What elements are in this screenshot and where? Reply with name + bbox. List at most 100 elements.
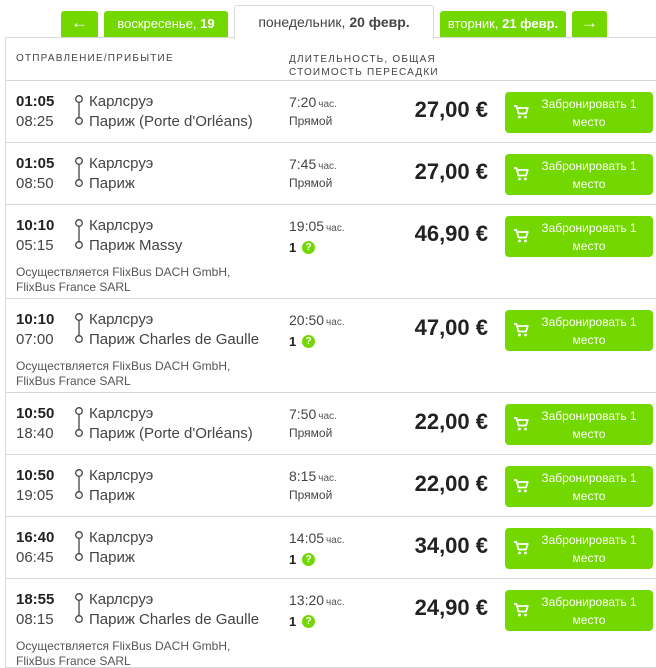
book-button[interactable]: Забронировать 1 место	[505, 404, 653, 445]
book-button-label: Забронировать 1 место	[541, 221, 637, 253]
transfer-count: 1	[289, 334, 297, 349]
book-button-label: Забронировать 1 место	[541, 315, 637, 347]
book-button-label: Забронировать 1 место	[541, 471, 637, 503]
tab-prev-day-date: 19	[200, 16, 215, 31]
transfer-type: Прямой	[289, 488, 333, 502]
tab-current-day[interactable]: понедельник, 20 февр.	[234, 5, 434, 39]
arrival-time: 19:05	[16, 487, 54, 504]
rides-table: ОТПРАВЛЕНИЕ/ПРИБЫТИЕ ДЛИТЕЛЬНОСТЬ, ОБЩАЯ…	[5, 37, 656, 668]
book-button[interactable]: Забронировать 1 место	[505, 466, 653, 507]
departure-city: Карлсруэ	[89, 93, 154, 110]
duration-value: 7:50	[289, 406, 317, 422]
route-line-icon	[74, 531, 84, 561]
ride-row: 01:05 08:25 Карлсруэ Париж (Porte d'Orléans…	[6, 81, 656, 143]
transfer-count: 1	[289, 240, 297, 255]
price: 22,00 €	[414, 471, 488, 496]
duration: 7:45 час.	[289, 156, 337, 172]
next-day-arrow-button[interactable]: →	[572, 11, 607, 37]
departure-city: Карлсруэ	[89, 155, 154, 172]
prev-day-arrow-button[interactable]: ←	[61, 11, 98, 37]
transfer-type: Прямой	[289, 176, 333, 190]
header-departure-arrival: ОТПРАВЛЕНИЕ/ПРИБЫТИЕ	[16, 53, 174, 64]
book-button[interactable]: Забронировать 1 место	[505, 590, 653, 631]
question-icon[interactable]: ?	[302, 335, 315, 348]
departure-city: Карлсруэ	[89, 217, 154, 234]
route-line-icon	[74, 469, 84, 499]
duration-unit: час.	[318, 99, 337, 110]
question-icon[interactable]: ?	[302, 615, 315, 628]
duration-unit: час.	[326, 535, 345, 546]
book-button[interactable]: Забронировать 1 место	[505, 528, 653, 569]
route-line-icon	[74, 313, 84, 343]
ride-row: 18:55 08:15 Карлсруэ Париж Charles de Gaull…	[6, 579, 656, 668]
route-line-icon	[74, 407, 84, 437]
departure-city: Карлсруэ	[89, 591, 154, 608]
arrival-city: Париж Charles de Gaulle	[89, 331, 260, 348]
duration-value: 7:20	[289, 94, 317, 110]
ride-row: 16:40 06:45 Карлсруэ Париж 14:05 час. 1? 34,00 …	[6, 517, 656, 579]
duration-value: 13:20	[289, 592, 325, 608]
price: 24,90 €	[414, 595, 488, 620]
ride-row: 10:10 07:00 Карлсруэ Париж Charles de Gaull…	[6, 299, 656, 393]
route-line-icon	[74, 219, 84, 249]
duration: 20:50 час.	[289, 312, 345, 328]
duration: 13:20 час.	[289, 592, 345, 608]
book-button-label: Забронировать 1 место	[541, 595, 637, 627]
price: 34,00 €	[414, 533, 488, 558]
transfer-count: 1	[289, 614, 297, 629]
arrival-city: Париж (Porte d'Orléans)	[89, 425, 253, 442]
arrival-time: 18:40	[16, 425, 54, 442]
transfer-type: Прямой	[289, 426, 333, 440]
duration: 19:05 час.	[289, 218, 345, 234]
arrival-city: Париж Massy	[89, 237, 183, 254]
duration: 7:20 час.	[289, 94, 337, 110]
book-button[interactable]: Забронировать 1 место	[505, 216, 653, 257]
book-button-label: Забронировать 1 место	[541, 159, 637, 191]
question-icon[interactable]: ?	[302, 553, 315, 566]
cart-icon	[513, 417, 529, 431]
departure-time: 10:50	[16, 405, 55, 422]
arrival-time: 08:25	[16, 113, 54, 130]
ride-row: 01:05 08:50 Карлсруэ Париж 7:45 час. Прямой 27,…	[6, 143, 656, 205]
departure-city: Карлсруэ	[89, 529, 154, 546]
price: 22,00 €	[414, 409, 488, 434]
operator-info: Осуществляется FlixBus DACH GmbH, FlixBu…	[16, 359, 231, 388]
book-button[interactable]: Забронировать 1 место	[505, 154, 653, 195]
duration: 8:15 час.	[289, 468, 337, 484]
duration-value: 14:05	[289, 530, 325, 546]
arrival-city: Париж	[89, 175, 135, 192]
duration-value: 20:50	[289, 312, 325, 328]
arrival-time: 08:15	[16, 611, 54, 628]
tab-next-day[interactable]: вторник, 21 февр.	[440, 11, 566, 37]
book-button[interactable]: Забронировать 1 место	[505, 310, 653, 351]
duration: 14:05 час.	[289, 530, 345, 546]
price: 47,00 €	[414, 315, 488, 340]
duration-unit: час.	[318, 411, 337, 422]
operator-info: Осуществляется FlixBus DACH GmbH, FlixBu…	[16, 639, 231, 668]
departure-time: 10:10	[16, 217, 55, 234]
duration-unit: час.	[326, 223, 345, 234]
book-button[interactable]: Забронировать 1 место	[505, 92, 653, 133]
departure-time: 16:40	[16, 529, 55, 546]
route-line-icon	[74, 593, 84, 623]
cart-icon	[513, 479, 529, 493]
operator-info: Осуществляется FlixBus DACH GmbH, FlixBu…	[16, 265, 231, 294]
price: 46,90 €	[414, 221, 488, 246]
question-icon[interactable]: ?	[302, 241, 315, 254]
duration: 7:50 час.	[289, 406, 337, 422]
tab-prev-day-weekday: воскресенье,	[117, 16, 201, 31]
arrival-time: 06:45	[16, 549, 54, 566]
cart-icon	[513, 105, 529, 119]
ride-row: 10:50 18:40 Карлсруэ Париж (Porte d'Orléans…	[6, 393, 656, 455]
departure-time: 18:55	[16, 591, 55, 608]
cart-icon	[513, 229, 529, 243]
transfer-count: 1	[289, 552, 297, 567]
duration-value: 8:15	[289, 468, 317, 484]
duration-unit: час.	[326, 317, 345, 328]
tab-next-day-weekday: вторник,	[447, 16, 503, 31]
tab-prev-day[interactable]: воскресенье, 19	[104, 11, 228, 37]
duration-value: 7:45	[289, 156, 317, 172]
arrival-city: Париж Charles de Gaulle	[89, 611, 260, 628]
route-line-icon	[74, 95, 84, 125]
date-tabs: ← воскресенье, 19 понедельник, 20 февр. …	[0, 0, 656, 39]
